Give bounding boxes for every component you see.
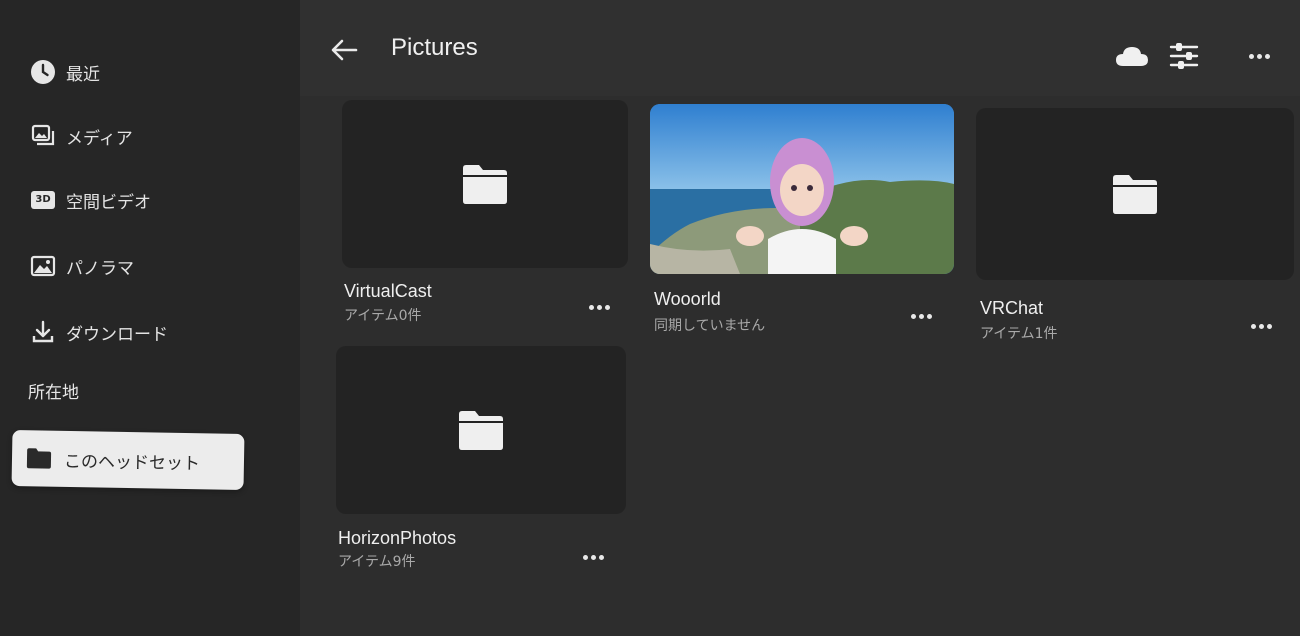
folder-item-count: アイテム1件: [980, 326, 1058, 342]
folder-tile-vrchat[interactable]: [976, 108, 1294, 280]
sync-status: 同期していません: [654, 318, 766, 334]
folder-item-count: アイテム0件: [344, 308, 422, 324]
more-icon[interactable]: [584, 297, 614, 317]
sidebar-item-label: メディア: [66, 128, 133, 149]
sidebar-item-media[interactable]: メディア: [30, 116, 133, 156]
folder-icon: [459, 411, 503, 450]
cloud-icon[interactable]: [1115, 40, 1149, 72]
folder-tile-horizonphotos[interactable]: [336, 346, 626, 514]
folder-icon: [26, 447, 52, 469]
sidebar-item-recent[interactable]: 最近: [30, 52, 100, 92]
media-icon: [30, 123, 56, 149]
filter-sliders-icon[interactable]: [1167, 40, 1201, 72]
panorama-icon: [30, 253, 56, 279]
sidebar-item-label: 空間ビデオ: [66, 192, 151, 213]
folder-icon: [1113, 175, 1157, 214]
sidebar-item-download[interactable]: ダウンロード: [30, 312, 168, 352]
photo-thumbnail: [650, 104, 954, 274]
page-title: Pictures: [391, 34, 478, 61]
folder-name: VRChat: [980, 298, 1044, 318]
more-icon[interactable]: [1244, 46, 1274, 66]
photo-tile-wooorld[interactable]: [650, 104, 954, 274]
folder-name: HorizonPhotos: [338, 528, 457, 548]
folder-name: Wooorld: [654, 289, 721, 309]
more-icon[interactable]: [1246, 316, 1276, 336]
folder-icon: [463, 165, 507, 204]
sidebar-item-label: ダウンロード: [66, 324, 168, 345]
sidebar-item-panorama[interactable]: パノラマ: [30, 246, 134, 286]
sidebar-item-label: 最近: [66, 64, 100, 85]
location-this-headset[interactable]: このヘッドセット: [11, 429, 245, 491]
folder-name: VirtualCast: [344, 281, 432, 301]
location-label: このヘッドセット: [63, 451, 201, 474]
sidebar-item-label: パノラマ: [66, 258, 134, 279]
folder-tile-virtualcast[interactable]: [342, 100, 628, 268]
sidebar-item-spatial-video[interactable]: 3D 空間ビデオ: [30, 180, 151, 220]
download-icon: [30, 319, 56, 345]
folder-item-count: アイテム9件: [338, 554, 416, 570]
more-icon[interactable]: [578, 547, 608, 567]
3d-icon: 3D: [30, 187, 56, 213]
clock-icon: [30, 59, 56, 85]
more-icon[interactable]: [906, 306, 936, 326]
locations-heading: 所在地: [28, 383, 79, 403]
back-arrow-icon[interactable]: [328, 34, 360, 66]
